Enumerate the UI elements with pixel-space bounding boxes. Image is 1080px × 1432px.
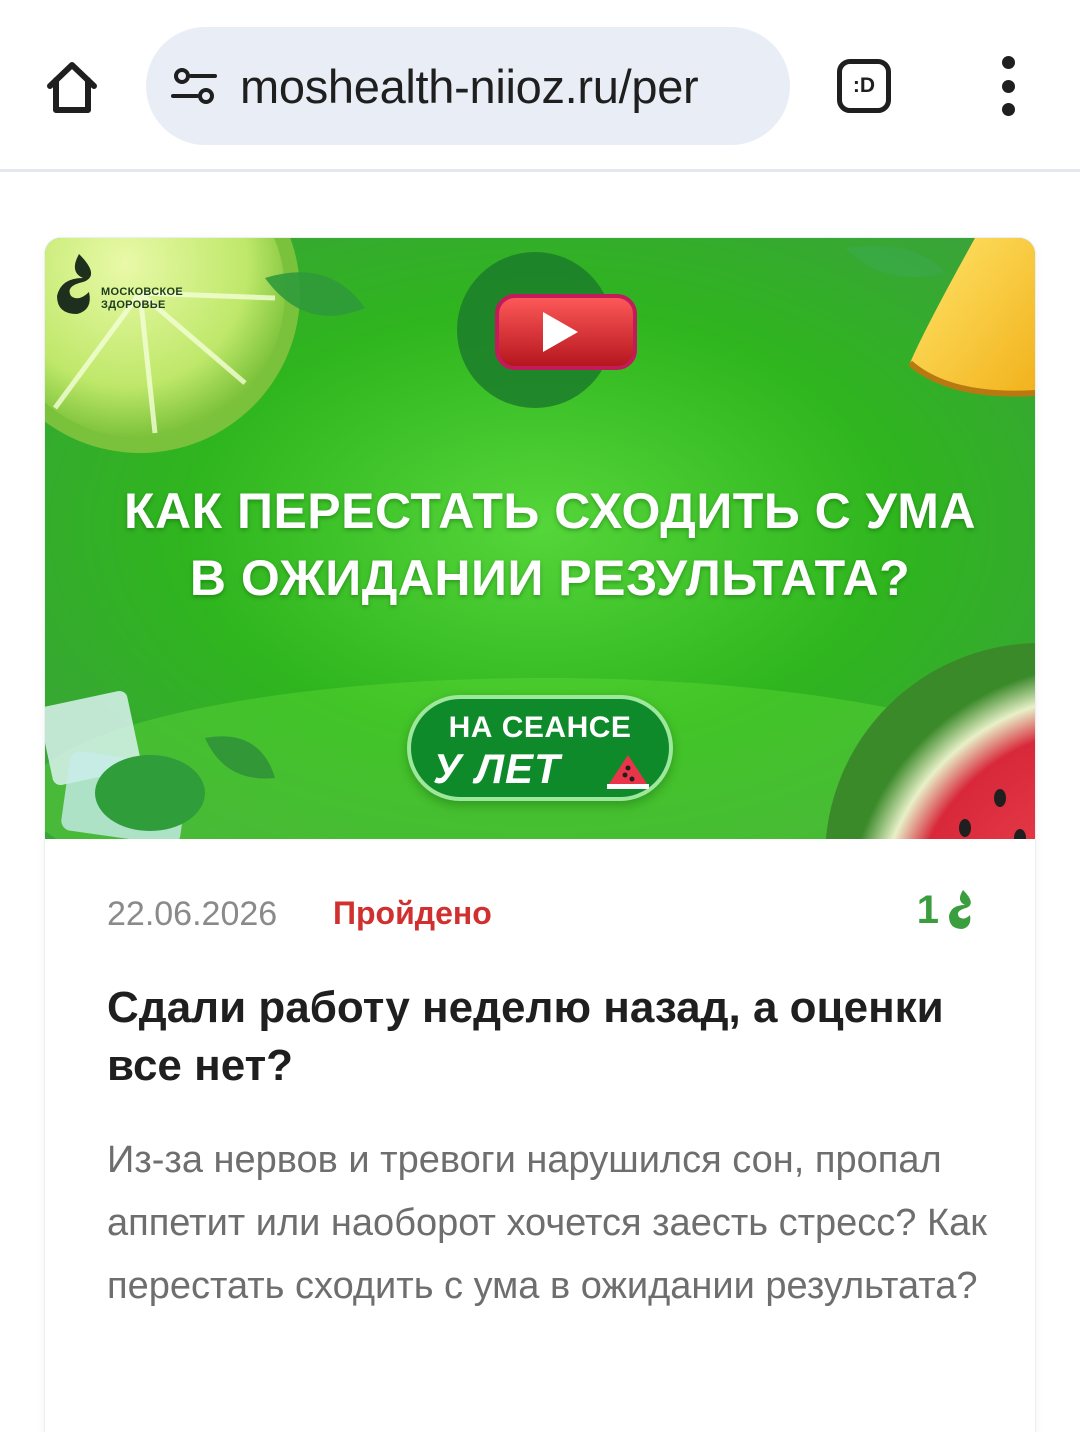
brand-name-line1: МОСКОВСКОЕ bbox=[101, 286, 184, 298]
article-title[interactable]: Сдали работу неделю назад, а оценки все … bbox=[107, 979, 957, 1095]
article-meta: 22.06.2026 Пройдено 1 bbox=[107, 888, 977, 937]
tune-icon bbox=[171, 68, 217, 104]
browser-toolbar: moshealth-niioz.ru/per :D bbox=[0, 0, 1080, 172]
article-date: 22.06.2026 bbox=[107, 895, 278, 933]
series-badge: НА СЕАНСЕ У ЛЕТ bbox=[407, 695, 673, 801]
extension-badge-icon: :D bbox=[837, 59, 891, 113]
series-badge-line2: У ЛЕТ bbox=[433, 745, 561, 792]
article-card[interactable]: МОСКОВСКОЕ ЗДОРОВЬЕ КАК ПЕРЕСТАТЬ СХОДИТ… bbox=[45, 238, 1035, 1432]
site-info-button[interactable] bbox=[168, 60, 220, 112]
more-vert-icon-dot bbox=[1001, 103, 1015, 116]
brand-drop-icon bbox=[57, 254, 92, 314]
series-badge-line1: НА СЕАНСЕ bbox=[448, 711, 632, 744]
banner-headline-line1: КАК ПЕРЕСТАТЬ СХОДИТЬ С УМА bbox=[123, 483, 977, 539]
more-vert-icon bbox=[1001, 56, 1015, 69]
article-description: Из-за нервов и тревоги нарушился сон, пр… bbox=[107, 1139, 987, 1307]
banner-headline-line2: В ОЖИДАНИИ РЕЗУЛЬТАТА? bbox=[189, 550, 911, 606]
brand-drop-icon bbox=[949, 890, 971, 929]
status-badge: Пройдено bbox=[333, 895, 492, 931]
watermelon-slice-icon bbox=[607, 755, 649, 789]
home-icon bbox=[47, 62, 97, 113]
address-bar[interactable]: moshealth-niioz.ru/per bbox=[146, 27, 790, 145]
home-button[interactable] bbox=[34, 44, 110, 128]
rating-counter[interactable]: 1 bbox=[917, 887, 977, 933]
brand-name-line2: ЗДОРОВЬЕ bbox=[101, 299, 166, 311]
rating-count: 1 bbox=[916, 887, 939, 932]
url-text[interactable]: moshealth-niioz.ru/per bbox=[240, 59, 770, 114]
brand-logo: МОСКОВСКОЕ ЗДОРОВЬЕ bbox=[45, 248, 215, 318]
more-vert-icon-dot bbox=[1001, 79, 1015, 93]
extension-button[interactable]: :D bbox=[834, 56, 894, 116]
more-menu-button[interactable] bbox=[988, 56, 1028, 116]
article-banner-image[interactable]: МОСКОВСКОЕ ЗДОРОВЬЕ КАК ПЕРЕСТАТЬ СХОДИТ… bbox=[45, 238, 1035, 839]
banner-headline: КАК ПЕРЕСТАТЬ СХОДИТЬ С УМА В ОЖИДАНИИ Р… bbox=[45, 478, 1035, 612]
